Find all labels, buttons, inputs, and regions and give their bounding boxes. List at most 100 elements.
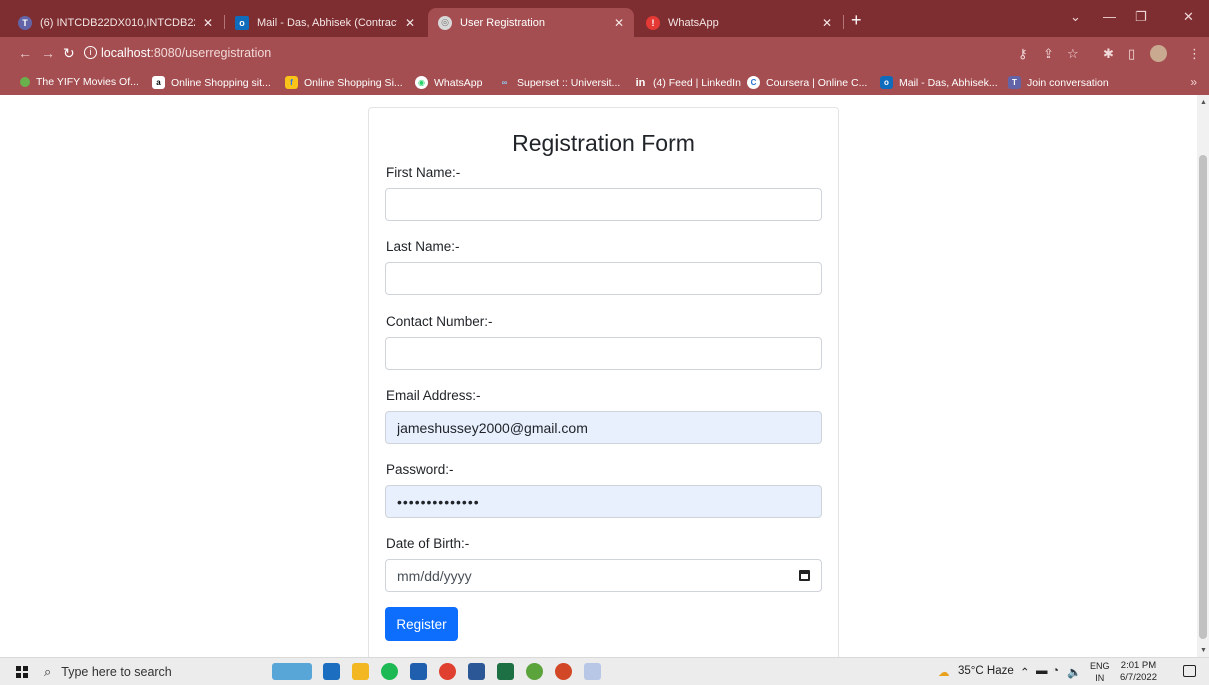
windows-start-icon[interactable] — [16, 666, 28, 678]
bookmark-label: Coursera | Online C... — [766, 76, 868, 89]
taskbar-search-placeholder: Type here to search — [61, 665, 172, 679]
tab-title: WhatsApp — [668, 16, 719, 29]
scroll-up-icon[interactable]: ▲ — [1200, 99, 1207, 106]
bookmark-amazon[interactable]: a Online Shopping sit... — [152, 76, 271, 89]
side-panel-icon[interactable]: ▯ — [1128, 46, 1135, 62]
maximize-icon[interactable]: ❐ — [1135, 9, 1147, 25]
weather-text[interactable]: 35°C Haze — [958, 665, 1014, 677]
close-window-icon[interactable]: ✕ — [1183, 9, 1194, 25]
linkedin-icon: in — [635, 76, 646, 89]
tab-user-registration[interactable]: ◎ User Registration ✕ — [428, 8, 634, 37]
share-icon[interactable]: ⇪ — [1043, 46, 1054, 62]
taskbar-search[interactable]: ⌕ Type here to search — [44, 660, 249, 684]
scroll-thumb[interactable] — [1199, 155, 1207, 639]
volume-icon[interactable]: 🔈 — [1067, 665, 1081, 679]
reload-icon[interactable]: ↻ — [63, 45, 75, 62]
bookmark-superset[interactable]: ∞ Superset :: Universit... — [498, 76, 621, 89]
alert-icon: ! — [646, 15, 660, 30]
menu-icon[interactable]: ⋮ — [1188, 46, 1201, 62]
bookmark-linkedin[interactable]: in (4) Feed | LinkedIn — [634, 76, 741, 89]
paint-icon[interactable] — [584, 663, 601, 680]
language-region: IN — [1095, 673, 1105, 683]
tab-title: Mail - Das, Abhisek (Contractor) — [257, 16, 397, 29]
bookmark-yify[interactable]: The YIFY Movies Of... — [20, 76, 139, 88]
weather-icon: ☁ — [938, 667, 950, 679]
bookmark-label: The YIFY Movies Of... — [36, 76, 139, 88]
eclipse-icon[interactable] — [526, 663, 543, 680]
store-icon[interactable] — [410, 663, 427, 680]
minimize-icon[interactable]: — — [1103, 9, 1116, 24]
new-tab-icon[interactable]: + — [851, 10, 862, 31]
close-icon[interactable]: ✕ — [203, 16, 213, 30]
first-name-label: First Name:- — [386, 165, 461, 180]
extensions-icon[interactable]: ✱ — [1103, 46, 1114, 62]
clock-time: 2:01 PM — [1120, 660, 1157, 671]
tab-whatsapp[interactable]: ! WhatsApp ✕ — [636, 8, 842, 37]
bookmark-label: Join conversation — [1027, 76, 1109, 89]
whatsapp-icon: ◉ — [415, 76, 428, 89]
form-title: Registration Form — [512, 130, 695, 156]
back-icon[interactable]: ← — [18, 45, 32, 61]
widget-illustration-icon[interactable] — [272, 663, 312, 680]
scroll-down-icon[interactable]: ▼ — [1200, 647, 1207, 654]
key-icon[interactable]: ⚷ — [1018, 46, 1028, 62]
bookmark-star-icon[interactable]: ☆ — [1067, 46, 1079, 62]
coursera-icon: C — [747, 76, 760, 89]
bookmark-coursera[interactable]: C Coursera | Online C... — [747, 76, 867, 89]
tab-divider — [843, 15, 844, 29]
forward-icon[interactable]: → — [41, 45, 55, 61]
outlook-icon: o — [235, 15, 249, 30]
excel-icon[interactable] — [497, 663, 514, 680]
bookmark-join-conversation[interactable]: T Join conversation — [1008, 76, 1109, 89]
email-input[interactable] — [385, 411, 822, 444]
clock-date: 6/7/2022 — [1120, 672, 1157, 683]
tray-overflow-icon[interactable]: ⌃ — [1020, 665, 1030, 679]
contact-number-input[interactable] — [385, 337, 822, 370]
chrome-icon[interactable] — [439, 663, 456, 680]
close-icon[interactable]: ✕ — [614, 16, 624, 30]
more-bookmarks-icon[interactable]: » — [1190, 75, 1197, 89]
registration-card: Registration Form First Name:- Last Name… — [368, 107, 839, 657]
spotify-icon[interactable] — [381, 663, 398, 680]
calendar-icon[interactable] — [799, 570, 810, 581]
word-icon[interactable] — [468, 663, 485, 680]
tab-teams[interactable]: T (6) INTCDB22DX010,INTCDB22D ✕ — [8, 8, 223, 37]
tab-mail[interactable]: o Mail - Das, Abhisek (Contractor) ✕ — [225, 8, 425, 37]
site-info-icon[interactable]: i — [84, 46, 97, 59]
language-indicator[interactable]: ENG IN — [1090, 660, 1110, 684]
last-name-input[interactable] — [385, 262, 822, 295]
tab-title: User Registration — [460, 16, 545, 29]
bookmark-label: WhatsApp — [434, 76, 483, 89]
dob-input[interactable]: mm/dd/yyyy — [385, 559, 822, 592]
url-path: :8080/userregistration — [150, 46, 272, 60]
wifi-icon[interactable]: ◔ — [1052, 665, 1059, 677]
system-clock[interactable]: 2:01 PM 6/7/2022 — [1120, 660, 1157, 684]
contact-number-label: Contact Number:- — [386, 314, 493, 329]
close-icon[interactable]: ✕ — [405, 16, 415, 30]
bookmark-mail[interactable]: o Mail - Das, Abhisek... — [880, 76, 998, 89]
mail-app-icon[interactable] — [323, 663, 340, 680]
superset-icon: ∞ — [501, 78, 508, 87]
password-label: Password:- — [386, 462, 454, 477]
powerpoint-icon[interactable] — [555, 663, 572, 680]
close-icon[interactable]: ✕ — [822, 16, 832, 30]
language-code: ENG — [1090, 661, 1110, 671]
register-button[interactable]: Register — [385, 607, 458, 641]
tab-title: (6) INTCDB22DX010,INTCDB22D — [40, 16, 195, 29]
notification-icon[interactable] — [1183, 665, 1196, 677]
bookmark-flipkart[interactable]: f Online Shopping Si... — [285, 76, 403, 89]
tab-search-icon[interactable]: ⌄ — [1070, 9, 1081, 25]
file-explorer-icon[interactable] — [352, 663, 369, 680]
password-input[interactable] — [385, 485, 822, 518]
bookmark-label: (4) Feed | LinkedIn — [653, 76, 741, 89]
outlook-icon: o — [880, 76, 893, 89]
profile-avatar[interactable] — [1150, 45, 1167, 62]
globe-icon: ◎ — [438, 15, 452, 30]
bookmark-whatsapp[interactable]: ◉ WhatsApp — [415, 76, 482, 89]
battery-icon[interactable]: ▬ — [1036, 665, 1048, 677]
windows-taskbar: ⌕ Type here to search ☁ 35°C Haze ⌃ ▬ ◔ … — [0, 657, 1209, 685]
page-scrollbar[interactable]: ▲ ▼ — [1197, 95, 1209, 657]
address-bar[interactable]: localhost:8080/userregistration — [101, 46, 271, 60]
first-name-input[interactable] — [385, 188, 822, 221]
url-host: localhost — [101, 46, 151, 60]
